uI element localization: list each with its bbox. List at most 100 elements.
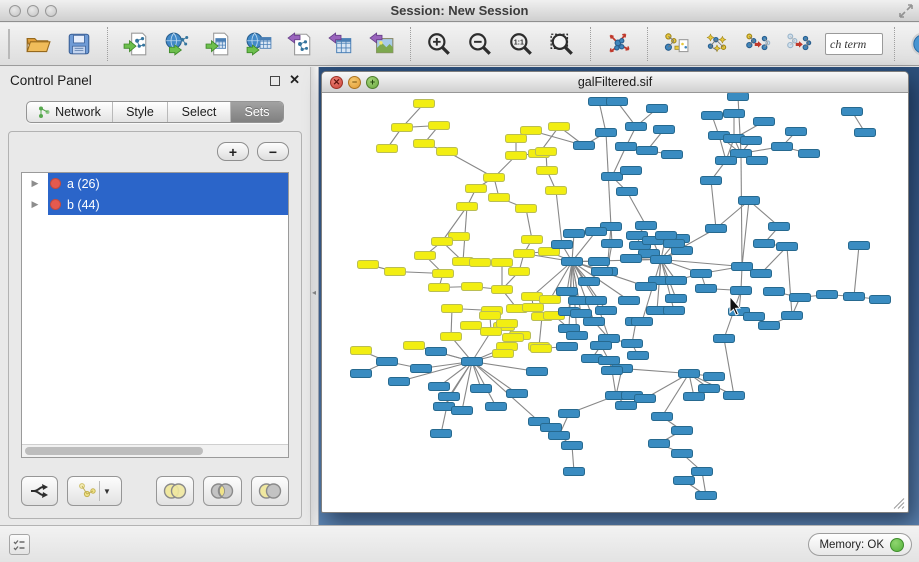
graph-node[interactable]: [592, 268, 613, 276]
graph-node[interactable]: [429, 122, 450, 130]
export-table-button[interactable]: [324, 27, 358, 61]
graph-node[interactable]: [759, 322, 780, 330]
graph-node[interactable]: [461, 322, 482, 330]
tab-network[interactable]: Network: [27, 102, 113, 122]
export-network-button[interactable]: [283, 27, 317, 61]
task-history-button[interactable]: [9, 534, 30, 555]
graph-node[interactable]: [754, 118, 775, 126]
graph-edge[interactable]: [526, 209, 532, 240]
graph-node[interactable]: [492, 259, 513, 267]
graph-node[interactable]: [429, 383, 450, 391]
graph-node[interactable]: [584, 318, 605, 326]
graph-node[interactable]: [571, 310, 592, 318]
graph-node[interactable]: [855, 129, 876, 137]
apply-layout-button[interactable]: [602, 27, 636, 61]
graph-node[interactable]: [457, 203, 478, 211]
graph-node[interactable]: [452, 407, 473, 415]
graph-node[interactable]: [441, 333, 462, 341]
graph-node[interactable]: [462, 358, 483, 366]
graph-node[interactable]: [559, 410, 580, 418]
open-session-button[interactable]: [21, 27, 55, 61]
graph-node[interactable]: [716, 157, 737, 165]
graph-node[interactable]: [537, 167, 558, 175]
graph-node[interactable]: [870, 296, 891, 304]
graph-node[interactable]: [652, 413, 673, 421]
graph-node[interactable]: [562, 442, 583, 450]
graph-node[interactable]: [516, 205, 537, 213]
difference-sets-button[interactable]: [251, 476, 289, 506]
graph-node[interactable]: [786, 128, 807, 136]
graph-node[interactable]: [523, 304, 544, 312]
graph-edge[interactable]: [661, 260, 742, 267]
graph-node[interactable]: [404, 342, 425, 350]
import-network-url-button[interactable]: [160, 27, 194, 61]
graph-node[interactable]: [431, 430, 452, 438]
graph-node[interactable]: [751, 270, 772, 278]
graph-node[interactable]: [696, 285, 717, 293]
graph-node[interactable]: [674, 477, 695, 485]
graph-node[interactable]: [607, 98, 628, 106]
graph-node[interactable]: [591, 342, 612, 350]
graph-edge[interactable]: [854, 246, 859, 297]
graph-node[interactable]: [602, 367, 623, 375]
graph-edge[interactable]: [711, 181, 716, 229]
tab-style[interactable]: Style: [113, 102, 168, 122]
zoom-in-button[interactable]: [422, 27, 456, 61]
graph-node[interactable]: [739, 197, 760, 205]
graph-node[interactable]: [574, 142, 595, 150]
graph-node[interactable]: [546, 187, 567, 195]
graph-node[interactable]: [654, 126, 675, 134]
graph-node[interactable]: [637, 147, 658, 155]
graph-node[interactable]: [714, 335, 735, 343]
graph-node[interactable]: [636, 222, 657, 230]
fullscreen-icon[interactable]: [899, 4, 913, 18]
graph-node[interactable]: [656, 232, 677, 240]
graph-node[interactable]: [622, 340, 643, 348]
graph-node[interactable]: [599, 357, 620, 365]
split-set-button[interactable]: [21, 476, 58, 506]
graph-node[interactable]: [664, 307, 685, 315]
graph-edge[interactable]: [742, 201, 749, 267]
graph-edge[interactable]: [556, 191, 562, 245]
graph-node[interactable]: [549, 123, 570, 131]
set-row-b[interactable]: ▶ b (44): [22, 194, 288, 215]
graph-node[interactable]: [666, 295, 687, 303]
graph-node[interactable]: [484, 174, 505, 182]
remove-set-button[interactable]: −: [257, 142, 289, 161]
graph-node[interactable]: [503, 334, 524, 342]
graph-node[interactable]: [696, 492, 717, 500]
graph-node[interactable]: [702, 112, 723, 120]
graph-node[interactable]: [433, 270, 454, 278]
graph-edge[interactable]: [741, 154, 742, 267]
horizontal-scrollbar[interactable]: [22, 444, 288, 457]
graph-node[interactable]: [849, 242, 870, 250]
graph-node[interactable]: [649, 440, 670, 448]
graph-node[interactable]: [777, 243, 798, 251]
network-window-titlebar[interactable]: ✕ − + galFiltered.sif: [322, 72, 908, 93]
graph-edge[interactable]: [572, 260, 661, 262]
graph-node[interactable]: [492, 286, 513, 294]
graph-node[interactable]: [489, 194, 510, 202]
graph-node[interactable]: [415, 252, 436, 260]
tab-sets[interactable]: Sets: [231, 102, 283, 122]
graph-node[interactable]: [493, 350, 514, 358]
graph-node[interactable]: [540, 296, 561, 304]
graph-edge[interactable]: [724, 339, 734, 396]
new-network-selected-nodes-all-edges-button[interactable]: [741, 27, 775, 61]
graph-node[interactable]: [662, 151, 683, 159]
graph-node[interactable]: [635, 395, 656, 403]
close-panel-icon[interactable]: ✕: [289, 72, 300, 88]
graph-node[interactable]: [692, 468, 713, 476]
graph-node[interactable]: [732, 263, 753, 271]
graph-node[interactable]: [679, 370, 700, 378]
graph-node[interactable]: [509, 268, 530, 276]
graph-node[interactable]: [842, 108, 863, 116]
graph-node[interactable]: [462, 283, 483, 291]
graph-node[interactable]: [527, 368, 548, 376]
scrollbar-thumb[interactable]: [25, 447, 203, 455]
graph-node[interactable]: [817, 291, 838, 299]
graph-node[interactable]: [602, 240, 623, 248]
network-canvas[interactable]: [322, 93, 908, 512]
graph-node[interactable]: [522, 236, 543, 244]
float-panel-icon[interactable]: [270, 76, 280, 86]
